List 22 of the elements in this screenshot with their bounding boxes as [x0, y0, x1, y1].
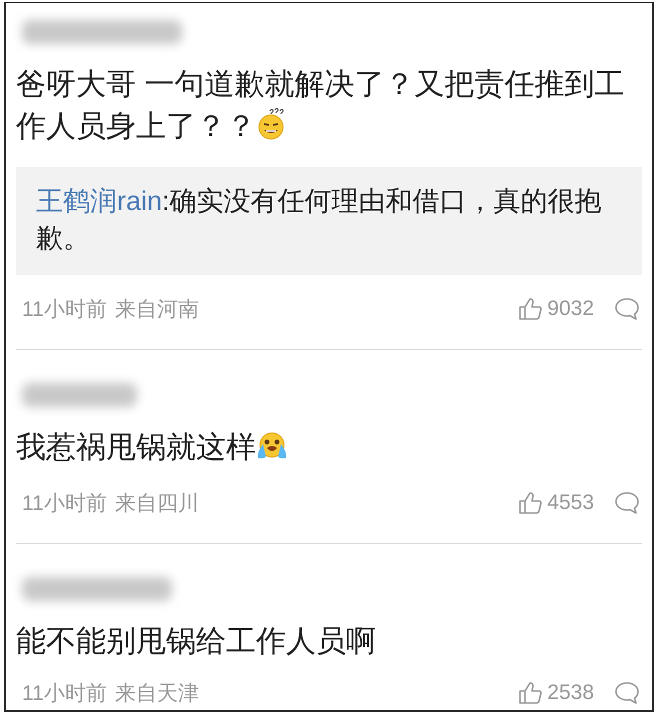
like-count: 2538: [547, 681, 594, 705]
reply-text: 王鹤润rain:确实没有任何理由和借口，真的很抱歉。: [16, 167, 642, 275]
comment-icon[interactable]: [614, 297, 640, 321]
thumbs-up-icon[interactable]: [518, 681, 542, 705]
comment-location: 来自河南: [114, 297, 199, 323]
comment-icon[interactable]: [614, 681, 640, 705]
like-count: 9032: [547, 297, 594, 321]
comment-text: 我惹祸甩锅就这样: [16, 427, 631, 473]
thumbs-up-icon[interactable]: [518, 297, 542, 321]
dizzy-face-icon: [256, 108, 286, 140]
comment-text: 能不能别甩锅给工作人员啊: [16, 624, 377, 660]
author-link[interactable]: 王鹤润rain: [36, 186, 162, 216]
crying-face-icon: [256, 431, 288, 461]
comment-location: 来自四川: [114, 491, 199, 517]
comment-icon[interactable]: [614, 491, 640, 515]
comment-time: 11小时前: [22, 491, 107, 517]
comment-text: 爸呀大哥 一句道歉就解决了？又把责任推到工作人员身上了？？: [16, 67, 626, 145]
thumbs-up-icon[interactable]: [518, 491, 542, 515]
comment-time: 11小时前: [22, 681, 107, 707]
like-count: 4553: [547, 491, 594, 515]
comment-time: 11小时前: [22, 297, 107, 323]
comment-location: 来自天津: [114, 681, 199, 707]
